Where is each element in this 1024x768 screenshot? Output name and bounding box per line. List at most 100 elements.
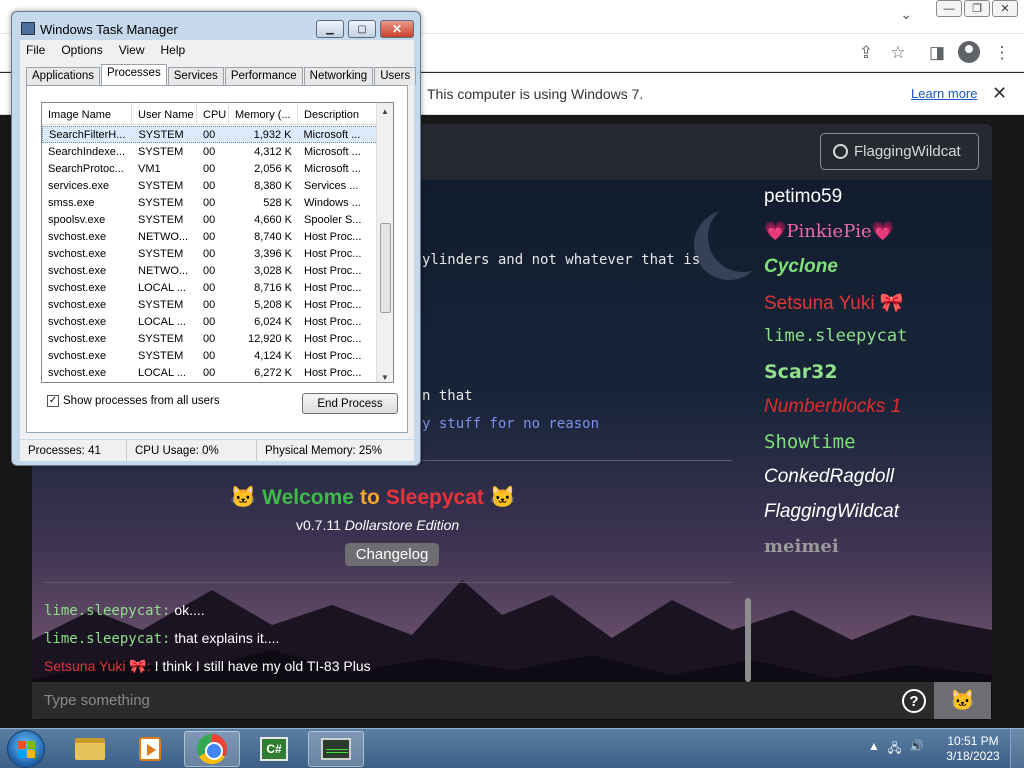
tab-performance[interactable]: Performance: [224, 67, 303, 85]
network-icon[interactable]: 🖧: [888, 739, 901, 760]
share-icon[interactable]: ⇪: [856, 43, 876, 63]
process-row[interactable]: svchost.exe SYSTEM 00 3,396 K Host Proc...: [42, 245, 378, 262]
volume-icon[interactable]: 🔊: [909, 739, 924, 760]
cell-image-name: svchost.exe: [48, 332, 107, 345]
menu-options[interactable]: Options: [61, 43, 102, 57]
checkbox-box[interactable]: ✓: [47, 395, 59, 407]
cell-user-name: LOCAL ...: [138, 315, 186, 328]
process-row[interactable]: SearchIndexe... SYSTEM 00 4,312 K Microsoft …: [42, 143, 378, 160]
learn-more-link[interactable]: Learn more: [911, 86, 977, 101]
online-user[interactable]: Cyclone: [764, 256, 838, 278]
tab-networking[interactable]: Networking: [303, 67, 374, 85]
process-row[interactable]: SearchProtoc... VM1 00 2,056 K Microsoft ...: [42, 160, 378, 177]
online-user[interactable]: FlaggingWildcat: [764, 501, 899, 523]
show-desktop-button[interactable]: [1010, 729, 1024, 768]
start-button[interactable]: [7, 730, 45, 768]
tab-services[interactable]: Services: [167, 67, 224, 85]
process-row[interactable]: svchost.exe NETWO... 00 8,740 K Host Proc...: [42, 228, 378, 245]
process-row[interactable]: svchost.exe LOCAL ... 00 8,716 K Host Proc..…: [42, 279, 378, 296]
chat-fragment: ylinders and not whatever that is: [422, 252, 701, 268]
scroll-up-icon[interactable]: ▲: [381, 107, 389, 116]
sidebar-icon[interactable]: ◨: [927, 43, 947, 63]
process-row[interactable]: svchost.exe NETWO... 00 3,028 K Host Proc...: [42, 262, 378, 279]
close-button[interactable]: ✕: [992, 0, 1018, 17]
message-author[interactable]: Setsuna Yuki 🎀:: [44, 658, 151, 674]
help-icon[interactable]: ?: [902, 689, 926, 713]
process-row[interactable]: svchost.exe LOCAL ... 00 6,272 K Host Proc..…: [42, 364, 378, 381]
send-button[interactable]: 🐱: [934, 682, 991, 719]
cell-user-name: SYSTEM: [138, 349, 184, 362]
cell-memory: 8,380 K: [254, 179, 292, 192]
cell-image-name: SearchFilterH...: [49, 128, 126, 141]
cat-icon: 🐱: [489, 486, 517, 509]
show-hidden-icons-icon[interactable]: ▲: [868, 739, 880, 760]
message-input[interactable]: Type something: [32, 682, 934, 719]
profile-icon[interactable]: [958, 41, 980, 63]
tm-close-button[interactable]: ✕: [380, 20, 414, 38]
cell-user-name: LOCAL ...: [138, 366, 186, 379]
process-row[interactable]: smss.exe SYSTEM 00 528 K Windows ...: [42, 194, 378, 211]
tab-users[interactable]: Users: [374, 67, 417, 85]
tab-strip: Applications Processes Services Performa…: [26, 64, 417, 85]
menu-help[interactable]: Help: [161, 43, 186, 57]
task-manager-icon: [321, 738, 351, 760]
clock[interactable]: 10:51 PM 3/18/2023: [946, 734, 1000, 764]
process-row[interactable]: svchost.exe SYSTEM 00 5,208 K Host Proc...: [42, 296, 378, 313]
process-row[interactable]: svchost.exe LOCAL ... 00 6,024 K Host Proc..…: [42, 313, 378, 330]
column-memory[interactable]: Memory (...: [229, 103, 298, 124]
star-icon[interactable]: ☆: [888, 43, 908, 63]
cell-user-name: SYSTEM: [138, 298, 184, 311]
tm-maximize-button[interactable]: ▢: [348, 20, 376, 38]
show-all-processes-checkbox[interactable]: ✓ Show processes from all users: [47, 395, 220, 407]
infobar-close-icon[interactable]: ✕: [992, 83, 1007, 104]
process-row[interactable]: spoolsv.exe SYSTEM 00 4,660 K Spooler S...: [42, 211, 378, 228]
chat-scrollbar[interactable]: [745, 598, 751, 682]
chat-fragment: n that: [422, 388, 473, 404]
scroll-down-icon[interactable]: ▼: [381, 373, 389, 382]
tab-search-chevron-icon[interactable]: ⌄: [900, 6, 912, 23]
process-list-scrollbar[interactable]: ▲ ▼: [376, 103, 393, 382]
message-author[interactable]: lime.sleepycat:: [44, 603, 170, 619]
online-user[interactable]: 💗PinkiePie💗: [764, 221, 894, 242]
message-author[interactable]: lime.sleepycat:: [44, 631, 170, 647]
end-process-button[interactable]: End Process: [302, 393, 398, 414]
process-row[interactable]: services.exe SYSTEM 00 8,380 K Services ...: [42, 177, 378, 194]
column-user-name[interactable]: User Name: [132, 103, 197, 124]
taskbar-task-manager[interactable]: [308, 731, 364, 767]
process-row[interactable]: svchost.exe SYSTEM 00 4,124 K Host Proc...: [42, 347, 378, 364]
online-user[interactable]: Setsuna Yuki 🎀: [764, 291, 904, 315]
menu-file[interactable]: File: [26, 43, 45, 57]
cell-memory: 4,660 K: [254, 213, 292, 226]
cell-user-name: SYSTEM: [138, 145, 184, 158]
cell-memory: 2,056 K: [254, 162, 292, 175]
online-user[interactable]: meimei: [764, 536, 839, 557]
minimize-button[interactable]: —: [936, 0, 962, 17]
tab-processes[interactable]: Processes: [101, 64, 167, 85]
process-row[interactable]: svchost.exe SYSTEM 00 12,920 K Host Proc...: [42, 330, 378, 347]
tab-applications[interactable]: Applications: [26, 67, 101, 85]
online-user[interactable]: Showtime: [764, 431, 856, 453]
column-cpu[interactable]: CPU: [197, 103, 229, 124]
menu-view[interactable]: View: [119, 43, 145, 57]
tm-minimize-button[interactable]: ▁: [316, 20, 344, 38]
task-manager-app-icon: [21, 22, 35, 35]
online-user[interactable]: petimo59: [764, 186, 842, 208]
user-profile-button[interactable]: FlaggingWildcat: [820, 133, 979, 170]
menu-icon[interactable]: ⋮: [992, 43, 1012, 63]
taskbar-explorer[interactable]: [62, 731, 118, 767]
process-row[interactable]: SearchFilterH... SYSTEM 00 1,932 K Microsoft…: [42, 126, 378, 143]
restore-button[interactable]: ❐: [964, 0, 990, 17]
changelog-button[interactable]: Changelog: [345, 543, 439, 566]
online-user[interactable]: Numberblocks 1: [764, 396, 901, 418]
divider: [44, 582, 732, 583]
taskbar-csharp[interactable]: C#: [246, 731, 302, 767]
online-user[interactable]: ConkedRagdoll: [764, 466, 894, 488]
online-user[interactable]: Scar32: [764, 361, 838, 383]
online-user[interactable]: lime.sleepycat: [764, 326, 907, 346]
column-description[interactable]: Description: [298, 103, 378, 124]
taskbar-chrome[interactable]: [184, 731, 240, 767]
scroll-thumb[interactable]: [380, 223, 391, 313]
checkbox-label: Show processes from all users: [63, 395, 220, 407]
column-image-name[interactable]: Image Name: [42, 103, 132, 124]
taskbar-media-player[interactable]: [122, 731, 178, 767]
